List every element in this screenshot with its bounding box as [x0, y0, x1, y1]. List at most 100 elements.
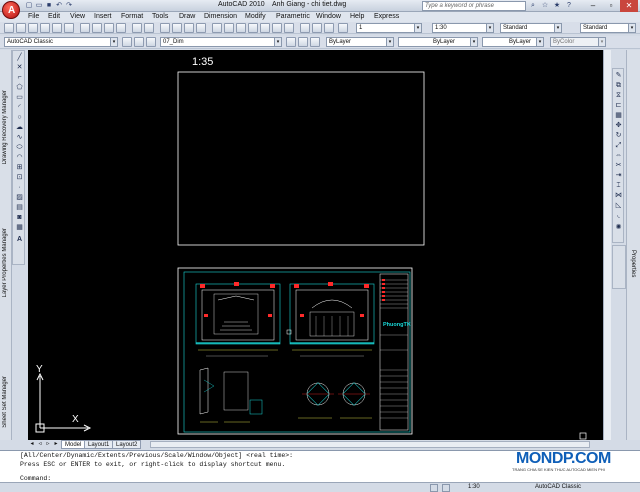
redo-tool-icon[interactable] [144, 23, 154, 33]
zoom-realtime-icon[interactable] [172, 23, 182, 33]
layer-walk-icon[interactable] [310, 37, 320, 47]
quickcalc-icon[interactable] [272, 23, 282, 33]
layer-properties-tab[interactable]: Layer Properties Manager [2, 228, 8, 297]
pan-icon[interactable] [160, 23, 170, 33]
menu-help[interactable]: Help [350, 13, 364, 20]
undo-icon[interactable]: ↶ [54, 1, 64, 11]
point-icon[interactable]: · [15, 184, 24, 192]
chamfer-icon[interactable]: ◺ [614, 202, 623, 210]
mtext-icon[interactable]: A [15, 236, 24, 244]
cut-icon[interactable] [80, 23, 90, 33]
rectangle-icon[interactable]: ▭ [15, 94, 24, 102]
undo-tool-icon[interactable] [132, 23, 142, 33]
move-icon[interactable]: ✥ [614, 122, 623, 130]
color-dropdown[interactable]: ByLayer ▾ [326, 37, 394, 47]
explode-icon[interactable]: ✺ [614, 224, 623, 232]
application-menu-button[interactable]: A [2, 1, 20, 19]
close-button[interactable]: ✕ [620, 0, 638, 12]
workspace-status[interactable]: AutoCAD Classic [535, 484, 581, 490]
tab-layout1[interactable]: Layout1 [84, 440, 114, 449]
horizontal-scrollbar[interactable] [150, 441, 590, 448]
stretch-icon[interactable]: ⇔ [614, 152, 623, 160]
design-center-icon[interactable] [224, 23, 234, 33]
tool-palettes-icon[interactable] [236, 23, 246, 33]
text-style-icon[interactable] [338, 23, 348, 33]
line-icon[interactable]: ╱ [15, 54, 24, 62]
sheet-set-tab[interactable]: Sheet Set Manager [2, 376, 8, 428]
menu-file[interactable]: File [28, 13, 39, 20]
erase-icon[interactable]: ✎ [614, 72, 623, 80]
annotation-scale-status[interactable]: 1:30 [468, 484, 480, 490]
layout-icon[interactable] [442, 484, 450, 492]
vertical-scrollbar[interactable] [603, 50, 611, 440]
dim-style-dropdown[interactable]: Standard ▾ [580, 23, 636, 33]
menu-express[interactable]: Express [374, 13, 399, 20]
menu-format[interactable]: Format [121, 13, 143, 20]
text-style-dropdown[interactable]: Standard ▾ [500, 23, 562, 33]
lineweight-dropdown[interactable]: ByLayer ▾ [482, 37, 544, 47]
menu-draw[interactable]: Draw [179, 13, 195, 20]
properties-icon[interactable] [212, 23, 222, 33]
communication-center-icon[interactable]: ☆ [540, 1, 550, 11]
menu-modify[interactable]: Modify [245, 13, 266, 20]
binoculars-icon[interactable]: ⌕ [528, 1, 538, 11]
array-icon[interactable]: ▦ [614, 112, 623, 120]
help-tool-icon[interactable] [284, 23, 294, 33]
open-icon[interactable]: ▭ [34, 1, 44, 11]
insert-block-icon[interactable]: ⊞ [15, 164, 24, 172]
tab-layout2[interactable]: Layout2 [112, 440, 142, 449]
arc-icon[interactable]: ◜ [15, 104, 24, 112]
copy-icon[interactable] [92, 23, 102, 33]
sheet-set-icon[interactable] [248, 23, 258, 33]
workspace-dropdown[interactable]: AutoCAD Classic ▾ [4, 37, 118, 47]
scale-icon[interactable]: ⤢ [614, 142, 623, 150]
drawing-canvas[interactable]: 1:35 PhuongTK Y X [28, 50, 610, 440]
drawing-recovery-tab[interactable]: Drawing Recovery Manager [2, 90, 8, 164]
qnew-icon[interactable] [4, 23, 14, 33]
zoom-previous-icon[interactable] [196, 23, 206, 33]
layer-state-icon[interactable] [300, 23, 310, 33]
properties-tab[interactable]: Properties [630, 250, 636, 277]
menu-window[interactable]: Window [316, 13, 341, 20]
preview-icon[interactable] [52, 23, 62, 33]
zoom-window-icon[interactable] [184, 23, 194, 33]
markup-icon[interactable] [260, 23, 270, 33]
polyline-icon[interactable]: ⌐ [15, 74, 24, 82]
gradient-icon[interactable]: ▤ [15, 204, 24, 212]
make-block-icon[interactable]: ⊡ [15, 174, 24, 182]
favorites-icon[interactable]: ★ [552, 1, 562, 11]
open-file-icon[interactable] [16, 23, 26, 33]
polygon-icon[interactable]: ⬠ [15, 84, 24, 92]
rotate-icon[interactable]: ↻ [614, 132, 623, 140]
new-icon[interactable]: ▢ [24, 1, 34, 11]
linetype-dropdown[interactable]: ByLayer ▾ [398, 37, 478, 47]
tab-model[interactable]: Model [61, 440, 86, 449]
spline-icon[interactable]: ∿ [15, 134, 24, 142]
layer-previous-icon[interactable] [324, 23, 334, 33]
circle-icon[interactable]: ○ [15, 114, 24, 122]
ellipse-icon[interactable]: ⬭ [15, 144, 24, 152]
hatch-icon[interactable]: ▨ [15, 194, 24, 202]
menu-dimension[interactable]: Dimension [204, 13, 237, 20]
match-properties-icon[interactable] [116, 23, 126, 33]
layer-manager-icon[interactable] [134, 37, 144, 47]
menu-tools[interactable]: Tools [152, 13, 168, 20]
construction-line-icon[interactable]: ✕ [15, 64, 24, 72]
join-icon[interactable]: ⋈ [614, 192, 623, 200]
save-icon[interactable]: ■ [44, 1, 54, 11]
save-file-icon[interactable] [28, 23, 38, 33]
last-tab-button[interactable]: ▸ [52, 440, 60, 449]
revcloud-icon[interactable]: ☁ [15, 124, 24, 132]
layer-previous-tool-icon[interactable] [298, 37, 308, 47]
menu-parametric[interactable]: Parametric [276, 13, 310, 20]
first-tab-button[interactable]: ◂ [28, 440, 36, 449]
offset-icon[interactable]: ⊏ [614, 102, 623, 110]
help-icon[interactable]: ? [564, 1, 574, 11]
break-icon[interactable]: ⌶ [614, 182, 623, 190]
mirror-icon[interactable]: ⧖ [614, 92, 623, 100]
redo-icon[interactable]: ↷ [64, 1, 74, 11]
plot-icon[interactable] [40, 23, 50, 33]
menu-insert[interactable]: Insert [94, 13, 112, 20]
prev-tab-button[interactable]: ◃ [36, 440, 44, 449]
copy-object-icon[interactable]: ⧉ [614, 82, 623, 90]
